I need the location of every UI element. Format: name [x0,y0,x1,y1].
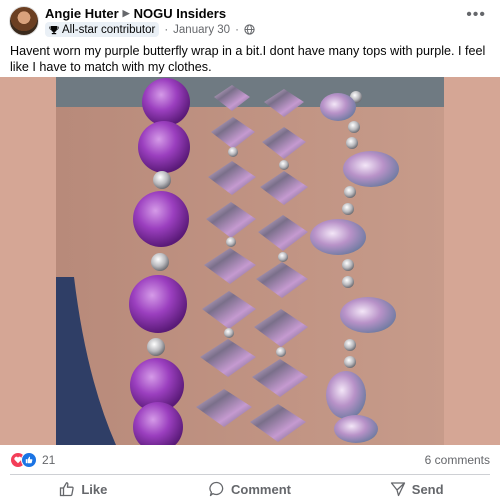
group-name[interactable]: NOGU Insiders [134,6,226,21]
reaction-count[interactable]: 21 [42,453,55,467]
badge-label: All-star contributor [62,23,156,36]
send-button[interactable]: Send [333,478,500,500]
trophy-icon [49,25,59,34]
post-text: Havent worn my purple butterfly wrap in … [10,44,486,74]
like-label: Like [81,481,108,497]
comment-label: Comment [231,481,291,497]
globe-icon [244,24,255,35]
author-line: Angie Huter ▶ NOGU Insiders [45,6,226,21]
comment-button[interactable]: Comment [167,478,334,500]
thumbs-up-icon [60,482,75,497]
post-photo[interactable] [0,77,500,445]
thumbs-up-icon [21,452,37,468]
post-header: Angie Huter ▶ NOGU Insiders All-star con… [0,0,500,40]
action-bar: Like Comment Send [0,478,500,500]
reaction-icons[interactable] [10,452,40,468]
divider [10,474,490,475]
comment-icon [209,481,224,497]
comment-count[interactable]: 6 comments [425,453,490,467]
send-label: Send [411,481,444,497]
avatar[interactable] [9,6,39,36]
meta-separator-2: · [235,23,239,36]
more-icon[interactable]: ••• [466,6,486,24]
post-meta: All-star contributor · January 30 · [45,22,255,37]
send-icon [390,482,405,497]
triangle-right-icon: ▶ [122,8,130,18]
contributor-badge[interactable]: All-star contributor [45,22,160,37]
author-name[interactable]: Angie Huter [45,6,119,21]
reactions-bar: 21 6 comments [0,452,500,470]
post-date[interactable]: January 30 [173,24,230,36]
bracelets-image [56,77,444,445]
like-button[interactable]: Like [0,478,167,500]
meta-separator: · [164,23,169,36]
